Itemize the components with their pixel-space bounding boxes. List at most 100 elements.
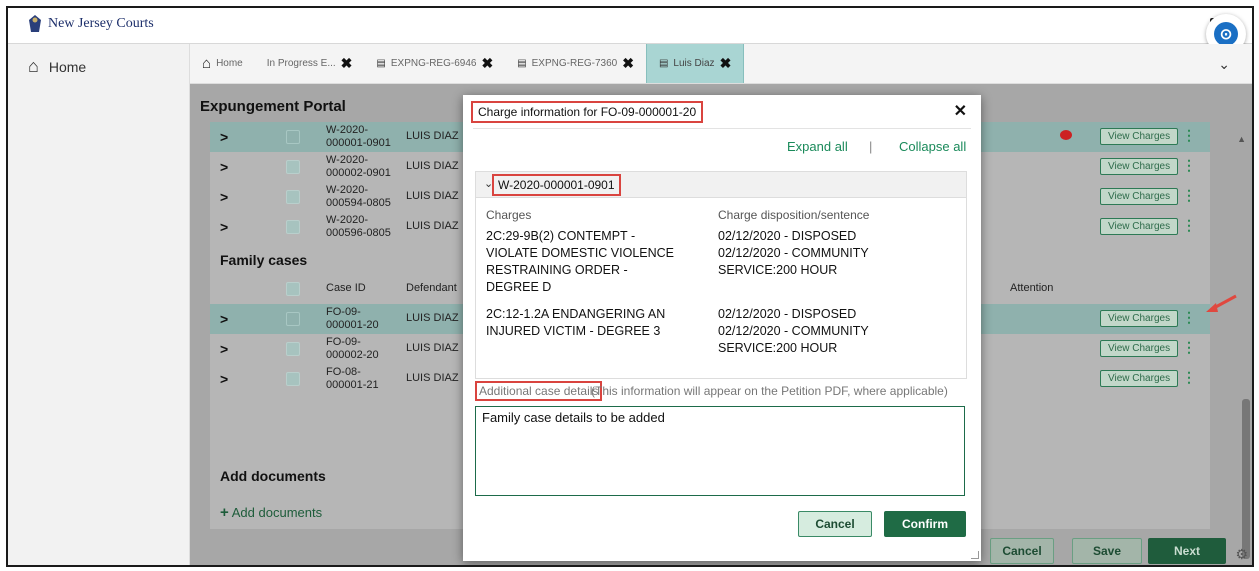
- additional-details-label: Additional case details: [475, 381, 603, 401]
- chevron-down-icon[interactable]: ⌄: [1218, 56, 1230, 73]
- scrollbar[interactable]: [1242, 399, 1250, 559]
- view-charges-button[interactable]: View Charges: [1100, 188, 1179, 205]
- view-charges-button[interactable]: View Charges: [1100, 218, 1179, 235]
- select-all-checkbox[interactable]: [286, 282, 300, 296]
- scroll-up-icon[interactable]: ▲: [1237, 134, 1246, 144]
- accordion-case-id: W-2020-000001-0901: [492, 174, 621, 196]
- gear-icon[interactable]: ⚙: [1235, 546, 1248, 563]
- chevron-right-icon[interactable]: >: [220, 129, 228, 145]
- column-header-attention: Attention: [1010, 282, 1054, 294]
- column-header-disposition: Charge disposition/sentence: [718, 208, 870, 222]
- chevron-right-icon[interactable]: >: [220, 341, 228, 357]
- section-title-add-documents: Add documents: [220, 468, 326, 484]
- charge-description: 2C:12-1.2A ENDANGERING AN INJURED VICTIM…: [486, 307, 666, 338]
- close-icon[interactable]: ✖: [622, 55, 634, 72]
- tab-label: EXPNG-REG-6946: [390, 58, 477, 69]
- case-id: W-2020- 000001-0901: [326, 124, 391, 149]
- row-checkbox[interactable]: [286, 220, 300, 234]
- divider: [473, 128, 971, 129]
- charge-description: 2C:29-9B(2) CONTEMPT - VIOLATE DOMESTIC …: [486, 229, 675, 294]
- plus-icon: +: [220, 504, 229, 521]
- view-charges-button[interactable]: View Charges: [1100, 370, 1179, 387]
- view-charges-button[interactable]: View Charges: [1100, 128, 1179, 145]
- page-title: Expungement Portal: [200, 98, 346, 115]
- accordion-header[interactable]: ⌄ W-2020-000001-0901: [476, 172, 966, 198]
- more-options-icon[interactable]: ⋮: [1182, 127, 1196, 144]
- annotation-arrow-icon: [1206, 294, 1237, 312]
- logo-text: New Jersey Courts: [48, 16, 154, 31]
- chevron-right-icon[interactable]: >: [220, 189, 228, 205]
- tab-home[interactable]: ⌂ Home: [190, 44, 255, 83]
- expand-all-link[interactable]: Expand all: [787, 139, 848, 154]
- column-header-case-id: Case ID: [326, 282, 366, 294]
- close-icon[interactable]: ✖: [341, 55, 353, 72]
- tab-expng-7360[interactable]: ▤ EXPNG-REG-7360 ✖: [505, 44, 646, 83]
- chevron-right-icon[interactable]: >: [220, 159, 228, 175]
- sidebar-item-home[interactable]: ⌂ Home: [28, 56, 86, 77]
- row-checkbox[interactable]: [286, 190, 300, 204]
- view-charges-button[interactable]: View Charges: [1100, 310, 1179, 327]
- cancel-button[interactable]: Cancel: [990, 538, 1054, 564]
- tab-luis-diaz[interactable]: ▤ Luis Diaz ✖: [645, 44, 745, 83]
- view-charges-button[interactable]: View Charges: [1100, 340, 1179, 357]
- browser-frame: New Jersey Courts ⊙ ⌂ Home ⌂ Home In Pro…: [6, 6, 1254, 567]
- more-options-icon[interactable]: ⋮: [1182, 309, 1196, 326]
- add-documents-label: Add documents: [231, 505, 323, 520]
- defendant-name: LUIS DIAZ: [406, 190, 459, 202]
- case-id: W-2020- 000594-0805: [326, 184, 391, 209]
- more-options-icon[interactable]: ⋮: [1182, 369, 1196, 386]
- charge-info-modal: Charge information for FO-09-000001-20 ✕…: [463, 95, 981, 561]
- close-icon[interactable]: ✖: [481, 55, 493, 72]
- modal-cancel-button[interactable]: Cancel: [798, 511, 872, 537]
- save-button[interactable]: Save: [1072, 538, 1142, 564]
- additional-details-textarea[interactable]: Family case details to be added: [475, 406, 965, 496]
- view-charges-button[interactable]: View Charges: [1100, 158, 1179, 175]
- close-icon[interactable]: ✕: [954, 101, 967, 121]
- separator: |: [869, 139, 873, 154]
- more-options-icon[interactable]: ⋮: [1182, 157, 1196, 174]
- next-button[interactable]: Next: [1148, 538, 1226, 564]
- resize-handle[interactable]: [971, 551, 979, 559]
- tab-label: Luis Diaz: [673, 58, 715, 69]
- collapse-all-link[interactable]: Collapse all: [899, 139, 966, 154]
- additional-details-hint: (This information will appear on the Pet…: [591, 384, 948, 398]
- chevron-right-icon[interactable]: >: [220, 371, 228, 387]
- defendant-name: LUIS DIAZ: [406, 312, 459, 324]
- chevron-right-icon[interactable]: >: [220, 219, 228, 235]
- logo[interactable]: New Jersey Courts: [26, 14, 154, 34]
- seal-icon: [29, 15, 41, 32]
- defendant-name: LUIS DIAZ: [406, 160, 459, 172]
- tab-in-progress[interactable]: In Progress E... ✖: [255, 44, 365, 83]
- row-checkbox[interactable]: [286, 342, 300, 356]
- defendant-name: LUIS DIAZ: [406, 342, 459, 354]
- defendant-name: LUIS DIAZ: [406, 220, 459, 232]
- column-header-charges: Charges: [486, 208, 532, 222]
- comment-icon[interactable]: [1060, 130, 1072, 140]
- close-icon[interactable]: ✖: [720, 55, 732, 72]
- case-id: W-2020- 000002-0901: [326, 154, 391, 179]
- chevron-right-icon[interactable]: >: [220, 311, 228, 327]
- add-documents-link[interactable]: + Add documents: [220, 504, 322, 521]
- row-checkbox[interactable]: [286, 312, 300, 326]
- tab-label: In Progress E...: [266, 58, 336, 69]
- briefcase-icon: ▤: [376, 58, 386, 69]
- charge-disposition: 02/12/2020 - DISPOSED 02/12/2020 - COMMU…: [718, 307, 869, 355]
- briefcase-icon: ▤: [658, 58, 669, 69]
- defendant-name: LUIS DIAZ: [406, 372, 459, 384]
- more-options-icon[interactable]: ⋮: [1182, 187, 1196, 204]
- modal-title: Charge information for FO-09-000001-20: [471, 101, 704, 123]
- tab-label: EXPNG-REG-7360: [531, 58, 618, 69]
- tab-label: Home: [216, 58, 243, 69]
- confirm-button[interactable]: Confirm: [884, 511, 966, 537]
- sidebar-item-label: Home: [48, 58, 87, 75]
- case-id: FO-08- 000001-21: [326, 366, 379, 391]
- case-id: FO-09- 000002-20: [326, 336, 379, 361]
- row-checkbox[interactable]: [286, 160, 300, 174]
- case-id: FO-09- 000001-20: [326, 306, 379, 331]
- more-options-icon[interactable]: ⋮: [1182, 339, 1196, 356]
- row-checkbox[interactable]: [286, 372, 300, 386]
- case-accordion: ⌄ W-2020-000001-0901 Charges Charge disp…: [475, 171, 967, 379]
- more-options-icon[interactable]: ⋮: [1182, 217, 1196, 234]
- tab-expng-6946[interactable]: ▤ EXPNG-REG-6946 ✖: [364, 44, 505, 83]
- row-checkbox[interactable]: [286, 130, 300, 144]
